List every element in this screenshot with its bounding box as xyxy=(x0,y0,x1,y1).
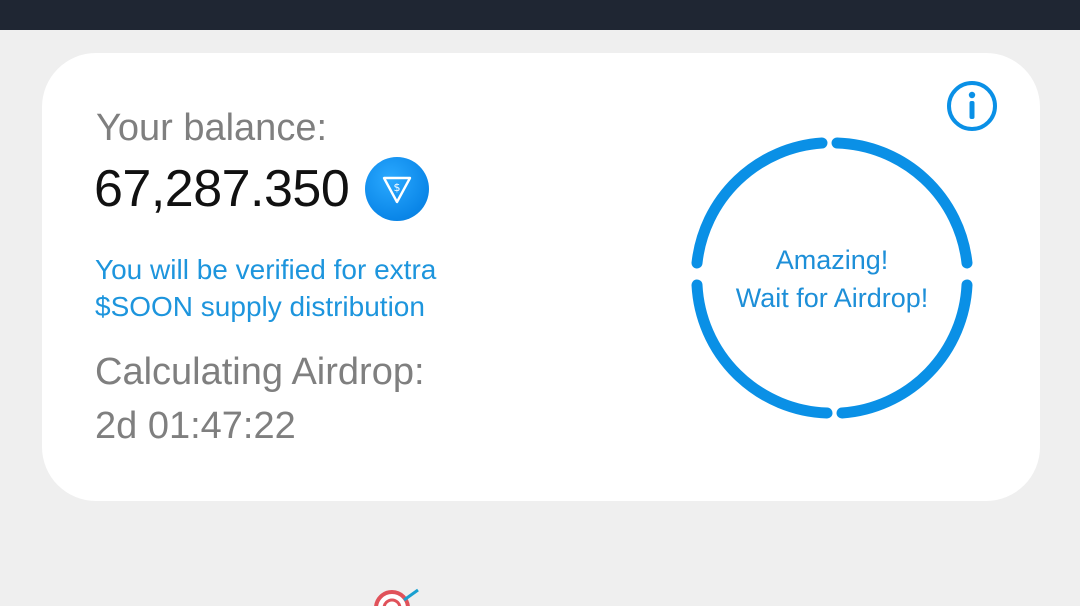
verification-message: You will be verified for extra $SOON sup… xyxy=(95,251,555,325)
balance-card: Your balance: 67,287.350 $ You will be v… xyxy=(42,53,1040,501)
svg-text:$: $ xyxy=(394,181,401,194)
airdrop-countdown: 2d 01:47:22 xyxy=(95,405,296,447)
airdrop-status: Amazing! Wait for Airdrop! xyxy=(687,241,977,317)
balance-label: Your balance: xyxy=(96,107,328,149)
target-icon[interactable] xyxy=(370,586,430,606)
airdrop-status-line-2: Wait for Airdrop! xyxy=(735,283,929,313)
info-icon[interactable] xyxy=(945,79,999,133)
balance-amount: 67,287.350 xyxy=(94,160,350,218)
status-bar xyxy=(0,0,1080,30)
verification-line-2: $SOON supply distribution xyxy=(95,291,425,322)
dollar-triangle-icon: $ xyxy=(365,157,430,221)
verification-line-1: You will be verified for extra xyxy=(95,254,437,285)
balance-row: 67,287.350 $ xyxy=(94,157,430,221)
calculating-airdrop-label: Calculating Airdrop: xyxy=(95,351,425,393)
airdrop-status-line-1: Amazing! xyxy=(775,245,889,275)
